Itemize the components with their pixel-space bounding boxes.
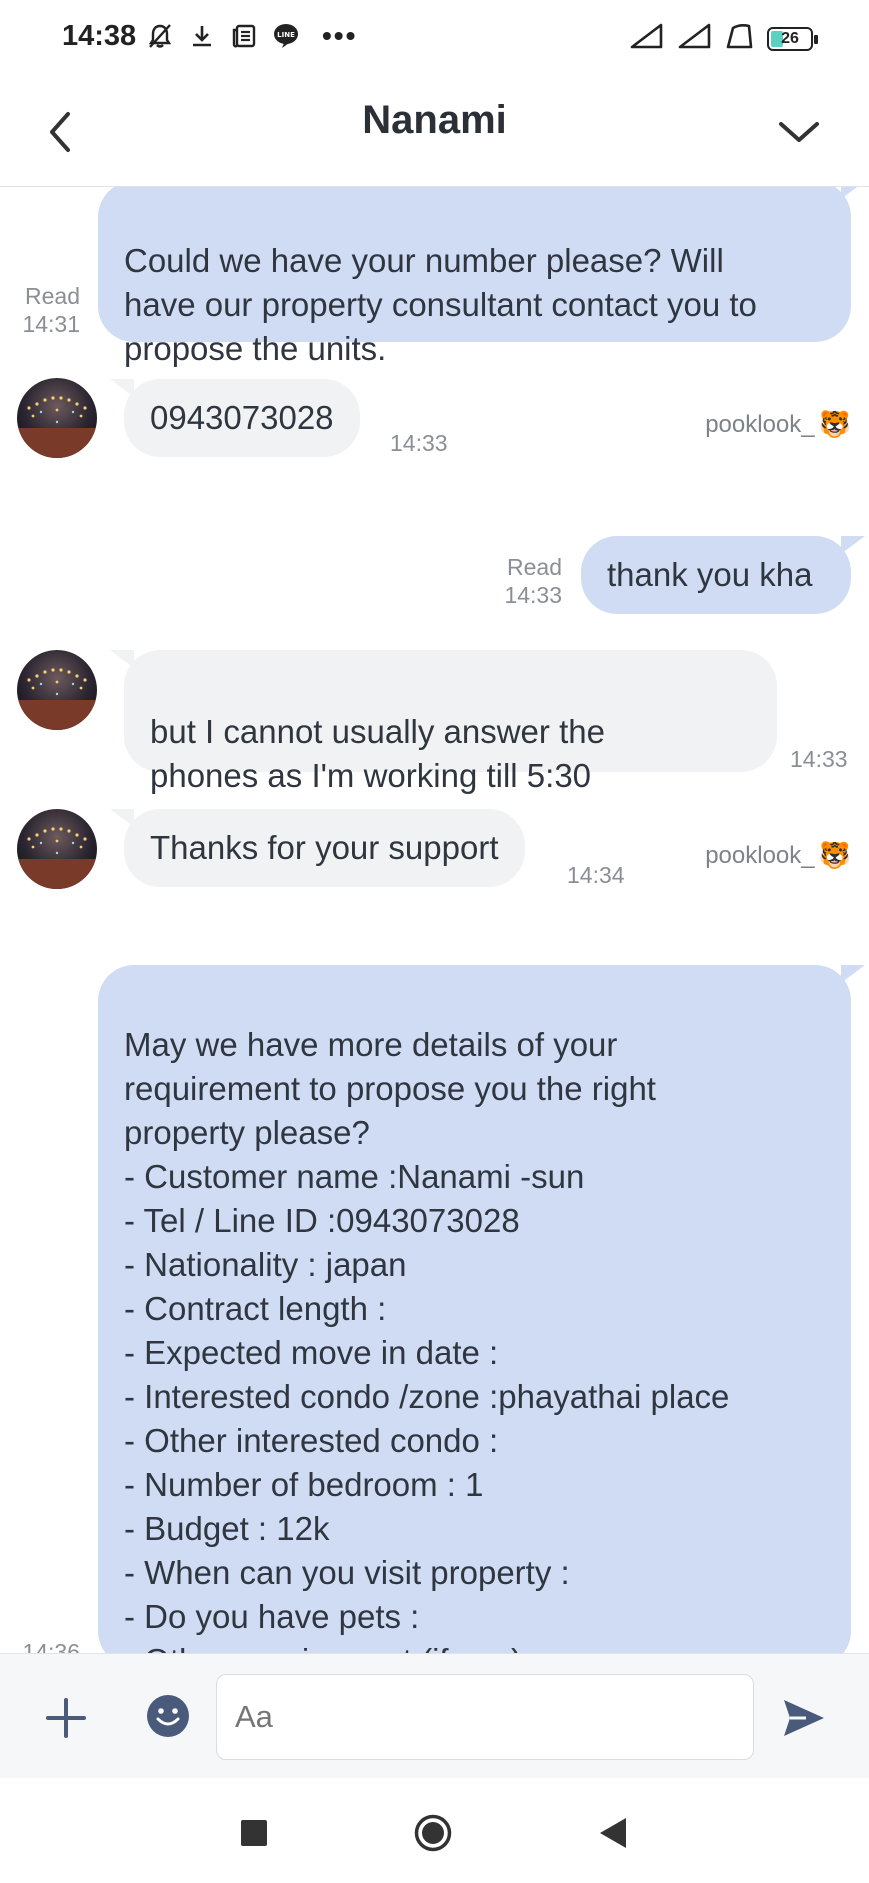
signal-icon-2 xyxy=(677,22,713,55)
recents-button[interactable] xyxy=(241,1820,267,1846)
sender-label: pooklook_ xyxy=(705,841,815,869)
incoming-message[interactable]: 0943073028 xyxy=(110,379,360,457)
read-receipt: Read xyxy=(25,283,80,309)
message-time: 14:33 xyxy=(504,582,562,608)
message-time: 14:33 xyxy=(790,746,848,772)
status-system-icons: 26 xyxy=(629,22,818,55)
download-icon xyxy=(188,22,216,50)
send-button[interactable] xyxy=(780,1694,828,1742)
message-text: Thanks for your support xyxy=(150,829,499,866)
avatar[interactable] xyxy=(17,650,97,730)
outgoing-message[interactable]: thank you kha xyxy=(581,536,865,614)
chevron-down-icon xyxy=(779,122,819,142)
more-notifications-indicator: ••• xyxy=(322,20,358,51)
avatar-image xyxy=(17,378,97,458)
message-time: 14:31 xyxy=(22,311,80,337)
read-receipt: Read xyxy=(507,554,562,580)
avatar[interactable] xyxy=(17,809,97,889)
wifi-icon xyxy=(725,22,755,55)
muted-bell-icon xyxy=(146,22,174,50)
home-circle-icon xyxy=(414,1814,452,1852)
battery-level: 26 xyxy=(781,29,799,47)
sender-name: pooklook_ 🐯 xyxy=(705,840,851,871)
sender-label: pooklook_ xyxy=(705,410,815,438)
message-text: Could we have your number please? Will h… xyxy=(124,242,757,367)
message-time: 14:33 xyxy=(390,430,448,456)
message-list[interactable]: Could we have your number please? Will h… xyxy=(0,187,869,1653)
message-text: thank you kha xyxy=(607,556,813,593)
emoji-button[interactable] xyxy=(146,1694,190,1738)
news-icon xyxy=(230,22,258,50)
chat-header: Nanami xyxy=(0,80,869,187)
outgoing-message[interactable]: Could we have your number please? Will h… xyxy=(98,187,865,367)
incoming-message[interactable]: but I cannot usually answer the phones a… xyxy=(110,650,777,794)
outgoing-message[interactable]: May we have more details of your require… xyxy=(98,965,865,1653)
plus-icon xyxy=(46,1698,86,1738)
back-triangle-icon xyxy=(600,1818,626,1848)
message-input[interactable] xyxy=(216,1674,754,1760)
message-text: 0943073028 xyxy=(150,399,334,436)
avatar[interactable] xyxy=(17,378,97,458)
send-icon xyxy=(784,1700,824,1736)
chat-title: Nanami xyxy=(362,98,507,142)
system-back-button[interactable] xyxy=(598,1816,628,1850)
message-time: 14:36 xyxy=(22,1639,80,1653)
svg-text:LINE: LINE xyxy=(277,31,295,39)
message-text: but I cannot usually answer the phones a… xyxy=(150,713,605,794)
message-text: May we have more details of your require… xyxy=(124,1026,730,1653)
status-bar: 14:38 LINE ••• 26 xyxy=(0,0,869,80)
system-navigation-bar xyxy=(0,1778,869,1883)
signal-icon xyxy=(629,22,665,55)
message-time: 14:34 xyxy=(567,862,625,888)
status-notification-icons: LINE ••• xyxy=(146,22,357,50)
message-input-bar xyxy=(0,1653,869,1779)
home-button[interactable] xyxy=(414,1814,452,1852)
avatar-image xyxy=(17,650,97,730)
avatar-image xyxy=(17,809,97,889)
message-meta: Read 14:33 xyxy=(490,553,562,609)
battery-icon: 26 xyxy=(767,26,818,51)
smiley-icon xyxy=(147,1695,189,1737)
chat-menu-button[interactable] xyxy=(769,102,829,162)
line-app-icon: LINE xyxy=(272,22,300,50)
add-attachment-button[interactable] xyxy=(44,1696,88,1740)
tiger-icon: 🐯 xyxy=(818,409,851,439)
status-time: 14:38 xyxy=(62,20,137,52)
message-meta: Read 14:31 xyxy=(10,282,80,338)
incoming-message[interactable]: Thanks for your support xyxy=(110,809,525,887)
tiger-icon: 🐯 xyxy=(818,840,851,870)
sender-name: pooklook_ 🐯 xyxy=(705,409,851,440)
